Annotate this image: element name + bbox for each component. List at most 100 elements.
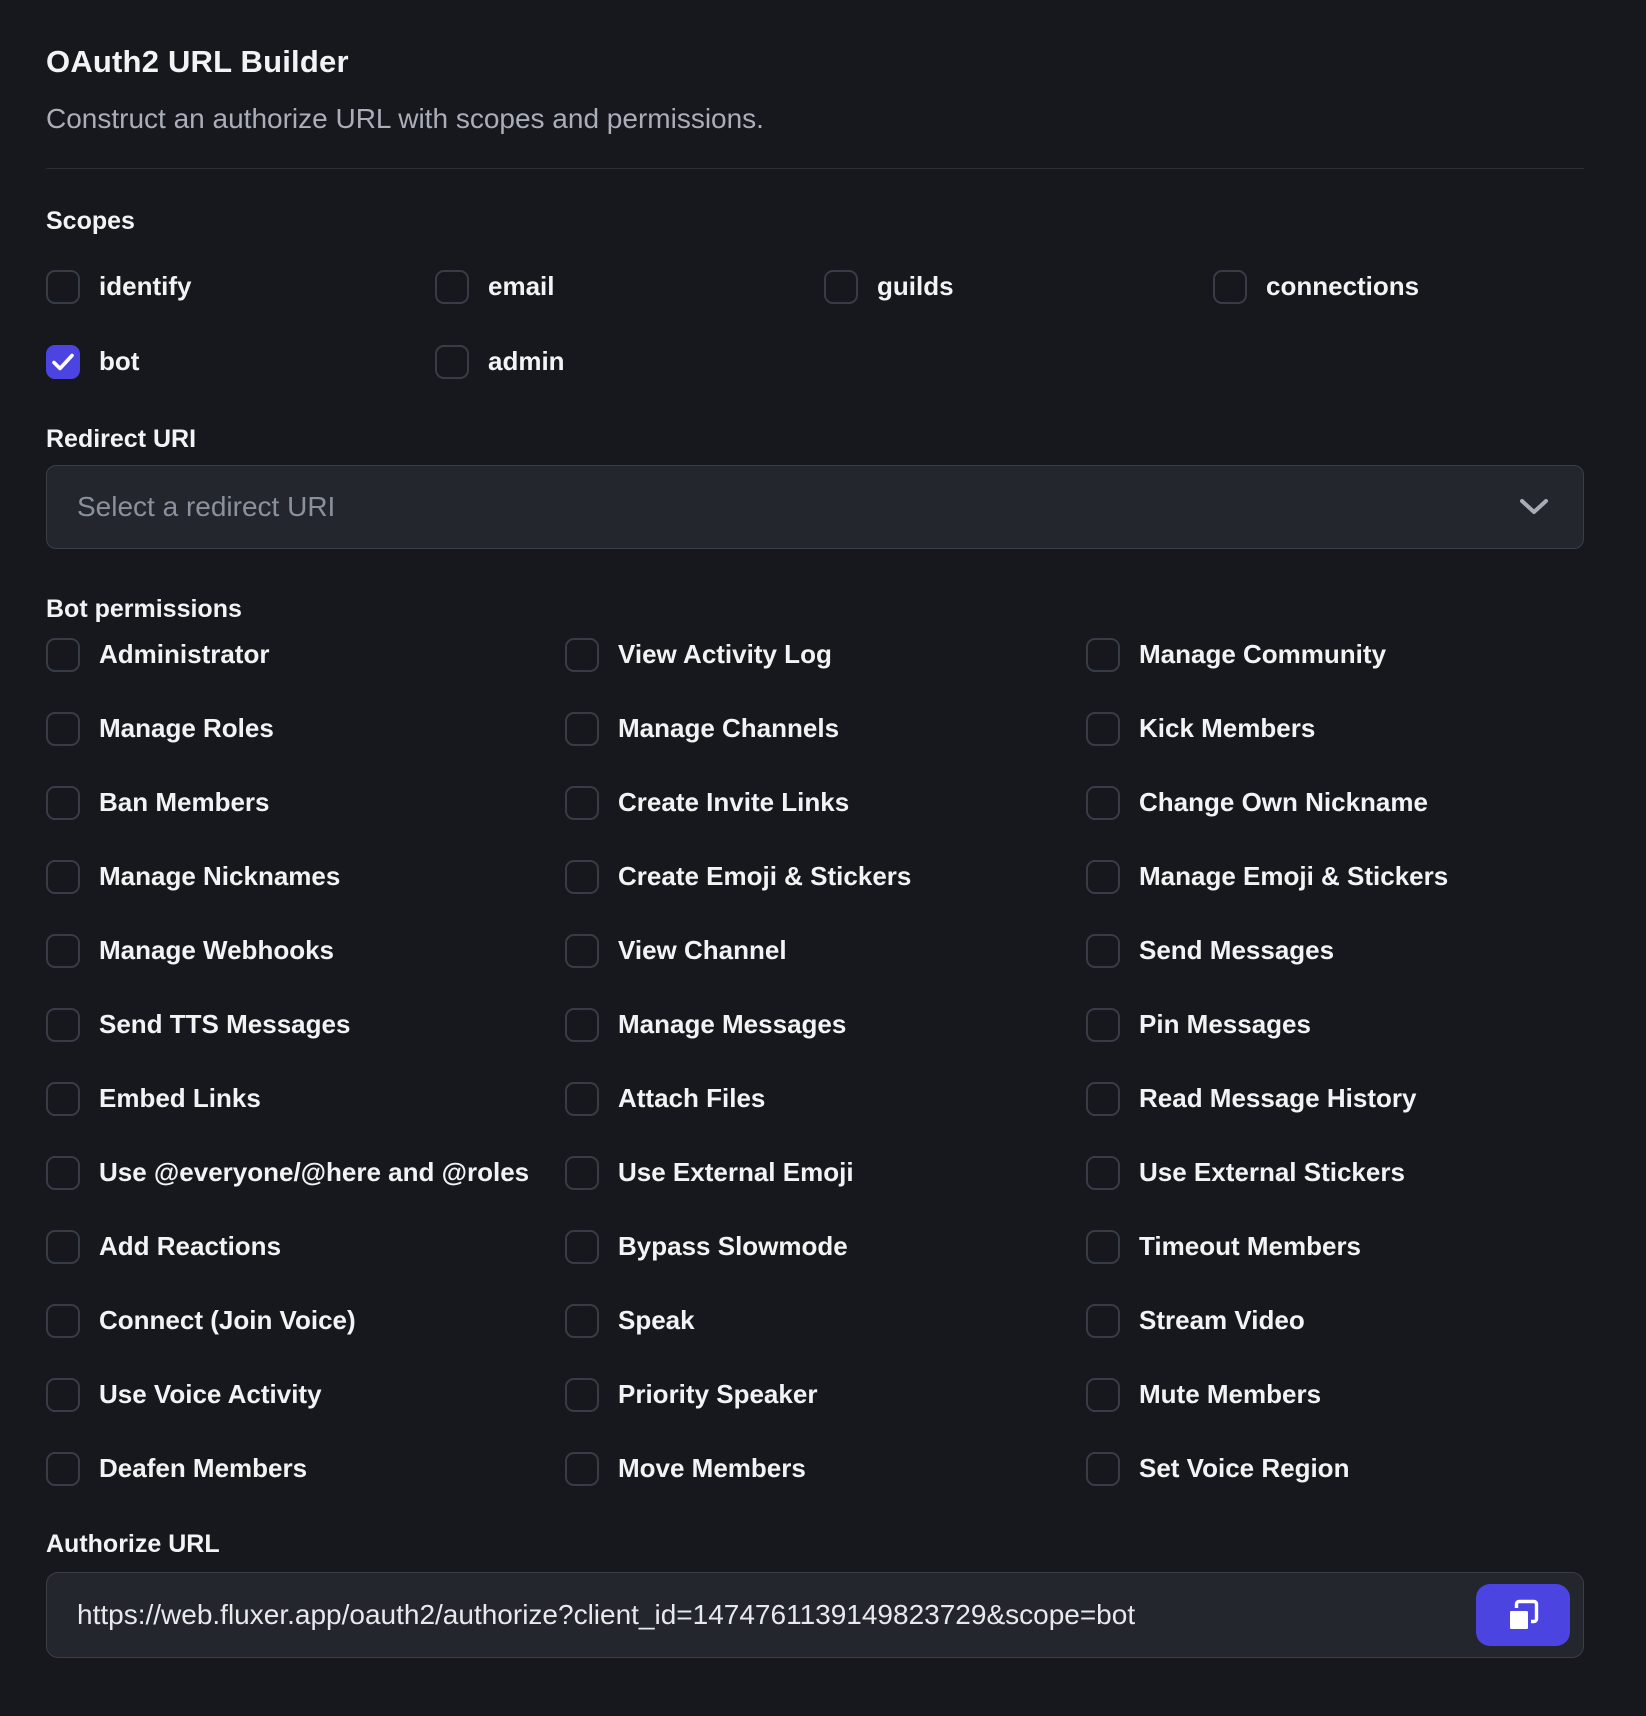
permission-checkbox-send-messages[interactable]: Send Messages	[1086, 933, 1584, 968]
checkbox-label: Read Message History	[1139, 1083, 1416, 1114]
checkbox[interactable]	[435, 270, 469, 304]
checkbox[interactable]	[46, 712, 80, 746]
bot-permissions-heading: Bot permissions	[46, 593, 1584, 625]
permission-checkbox-administrator[interactable]: Administrator	[46, 637, 565, 672]
permission-checkbox-change-own-nickname[interactable]: Change Own Nickname	[1086, 785, 1584, 820]
permission-checkbox-attach-files[interactable]: Attach Files	[565, 1081, 1086, 1116]
permission-checkbox-create-invite-links[interactable]: Create Invite Links	[565, 785, 1086, 820]
checkbox[interactable]	[46, 1452, 80, 1486]
scope-checkbox-bot[interactable]: bot	[46, 344, 435, 379]
permission-checkbox-send-tts-messages[interactable]: Send TTS Messages	[46, 1007, 565, 1042]
authorize-url-field[interactable]: https://web.fluxer.app/oauth2/authorize?…	[46, 1572, 1584, 1658]
checkbox-label: Change Own Nickname	[1139, 787, 1428, 818]
permission-checkbox-bypass-slowmode[interactable]: Bypass Slowmode	[565, 1229, 1086, 1264]
checkbox[interactable]	[1086, 1452, 1120, 1486]
checkbox-label: Kick Members	[1139, 713, 1315, 744]
checkbox[interactable]	[46, 1082, 80, 1116]
checkbox[interactable]	[565, 1378, 599, 1412]
checkbox[interactable]	[46, 638, 80, 672]
checkbox[interactable]	[435, 345, 469, 379]
permission-checkbox-mute-members[interactable]: Mute Members	[1086, 1377, 1584, 1412]
scope-checkbox-email[interactable]: email	[435, 269, 824, 304]
permission-checkbox-manage-roles[interactable]: Manage Roles	[46, 711, 565, 746]
permission-checkbox-manage-emoji-stickers[interactable]: Manage Emoji & Stickers	[1086, 859, 1584, 894]
permission-checkbox-use-external-stickers[interactable]: Use External Stickers	[1086, 1155, 1584, 1190]
checkbox[interactable]	[1086, 1304, 1120, 1338]
checkbox-label: bot	[99, 346, 139, 377]
checkbox[interactable]	[46, 1304, 80, 1338]
scope-checkbox-connections[interactable]: connections	[1213, 269, 1584, 304]
permission-checkbox-view-channel[interactable]: View Channel	[565, 933, 1086, 968]
checkbox[interactable]	[46, 1230, 80, 1264]
scope-checkbox-admin[interactable]: admin	[435, 344, 824, 379]
checkbox[interactable]	[565, 1008, 599, 1042]
checkbox[interactable]	[565, 860, 599, 894]
permission-checkbox-priority-speaker[interactable]: Priority Speaker	[565, 1377, 1086, 1412]
checkbox[interactable]	[565, 638, 599, 672]
checkbox[interactable]	[46, 860, 80, 894]
checkbox-label: Deafen Members	[99, 1453, 307, 1484]
checkbox[interactable]	[565, 1452, 599, 1486]
permission-checkbox-set-voice-region[interactable]: Set Voice Region	[1086, 1451, 1584, 1486]
checkbox[interactable]	[46, 786, 80, 820]
checkbox[interactable]	[46, 1008, 80, 1042]
permission-checkbox-deafen-members[interactable]: Deafen Members	[46, 1451, 565, 1486]
scopes-grid: identify email guilds connections bot	[46, 269, 1584, 379]
permission-checkbox-pin-messages[interactable]: Pin Messages	[1086, 1007, 1584, 1042]
checkbox[interactable]	[565, 712, 599, 746]
checkbox-label: Manage Webhooks	[99, 935, 334, 966]
checkbox[interactable]	[565, 1304, 599, 1338]
checkbox[interactable]	[1086, 934, 1120, 968]
permission-checkbox-manage-messages[interactable]: Manage Messages	[565, 1007, 1086, 1042]
checkbox-label: Timeout Members	[1139, 1231, 1361, 1262]
checkbox[interactable]	[46, 1378, 80, 1412]
checkbox[interactable]	[46, 934, 80, 968]
permission-checkbox-ban-members[interactable]: Ban Members	[46, 785, 565, 820]
checkbox[interactable]	[565, 1156, 599, 1190]
permission-checkbox-read-message-history[interactable]: Read Message History	[1086, 1081, 1584, 1116]
checkbox[interactable]	[1086, 1008, 1120, 1042]
checkbox[interactable]	[1086, 1378, 1120, 1412]
checkbox[interactable]	[46, 270, 80, 304]
permission-checkbox-manage-webhooks[interactable]: Manage Webhooks	[46, 933, 565, 968]
permission-checkbox-manage-nicknames[interactable]: Manage Nicknames	[46, 859, 565, 894]
permission-checkbox-use-voice-activity[interactable]: Use Voice Activity	[46, 1377, 565, 1412]
permission-checkbox-embed-links[interactable]: Embed Links	[46, 1081, 565, 1116]
permission-checkbox-move-members[interactable]: Move Members	[565, 1451, 1086, 1486]
copy-icon	[1503, 1595, 1543, 1635]
checkbox[interactable]	[565, 786, 599, 820]
permission-checkbox-manage-channels[interactable]: Manage Channels	[565, 711, 1086, 746]
checkbox[interactable]	[1086, 712, 1120, 746]
permission-checkbox-connect-join-voice[interactable]: Connect (Join Voice)	[46, 1303, 565, 1338]
checkbox[interactable]	[565, 934, 599, 968]
checkbox[interactable]	[46, 1156, 80, 1190]
checkbox[interactable]	[824, 270, 858, 304]
permission-checkbox-kick-members[interactable]: Kick Members	[1086, 711, 1584, 746]
checkbox[interactable]	[565, 1230, 599, 1264]
checkbox-label: Manage Community	[1139, 639, 1386, 670]
checkbox[interactable]	[1086, 638, 1120, 672]
permission-checkbox-create-emoji-stickers[interactable]: Create Emoji & Stickers	[565, 859, 1086, 894]
checkbox[interactable]	[1086, 860, 1120, 894]
copy-url-button[interactable]	[1476, 1584, 1570, 1646]
redirect-uri-select[interactable]: Select a redirect URI	[46, 465, 1584, 549]
permission-checkbox-timeout-members[interactable]: Timeout Members	[1086, 1229, 1584, 1264]
checkbox[interactable]	[1086, 786, 1120, 820]
checkbox[interactable]	[46, 345, 80, 379]
permission-checkbox-manage-community[interactable]: Manage Community	[1086, 637, 1584, 672]
checkbox[interactable]	[1086, 1230, 1120, 1264]
checkbox[interactable]	[565, 1082, 599, 1116]
permission-checkbox-speak[interactable]: Speak	[565, 1303, 1086, 1338]
permission-checkbox-use-external-emoji[interactable]: Use External Emoji	[565, 1155, 1086, 1190]
permission-checkbox-add-reactions[interactable]: Add Reactions	[46, 1229, 565, 1264]
scope-checkbox-guilds[interactable]: guilds	[824, 269, 1213, 304]
checkbox-label: Attach Files	[618, 1083, 765, 1114]
checkbox[interactable]	[1086, 1156, 1120, 1190]
permission-checkbox-stream-video[interactable]: Stream Video	[1086, 1303, 1584, 1338]
checkbox[interactable]	[1086, 1082, 1120, 1116]
permission-checkbox-view-activity-log[interactable]: View Activity Log	[565, 637, 1086, 672]
permission-checkbox-use-everyone-here-and-roles[interactable]: Use @everyone/@here and @roles	[46, 1155, 565, 1190]
checkbox[interactable]	[1213, 270, 1247, 304]
checkbox-label: Bypass Slowmode	[618, 1231, 848, 1262]
scope-checkbox-identify[interactable]: identify	[46, 269, 435, 304]
